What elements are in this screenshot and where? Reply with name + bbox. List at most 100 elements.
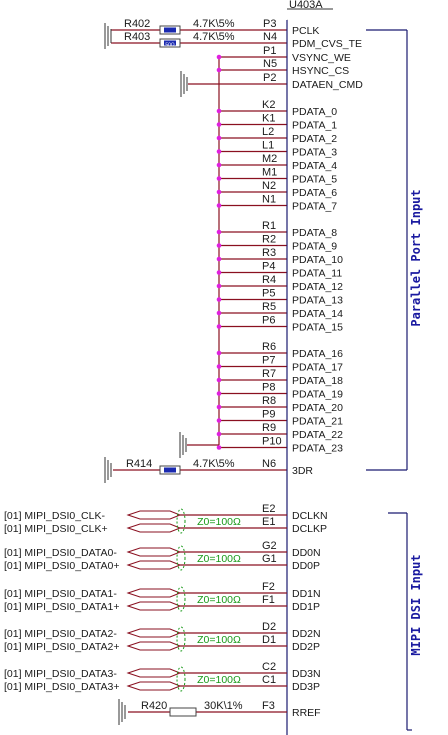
- pin-label: C1: [262, 674, 276, 686]
- junction-dot: [216, 54, 222, 60]
- net-label: DCLKP: [292, 523, 327, 535]
- junction-dot: [216, 270, 222, 275]
- net-label: PDATA_2: [292, 133, 337, 145]
- junction-dot: [216, 431, 222, 437]
- resistor-value: 4.7K\5%: [193, 458, 235, 470]
- pin-label: N5: [263, 58, 277, 70]
- pin-label: R4: [262, 274, 276, 286]
- junction-dot: [216, 108, 222, 114]
- net-label: PDATA_20: [292, 402, 343, 414]
- port-arrow: [126, 681, 182, 691]
- junction-dot: [216, 256, 222, 262]
- junction-dot: [216, 162, 222, 168]
- net-label: 3DR: [292, 465, 313, 477]
- pin-label: P10: [262, 436, 282, 448]
- junction-dot: [216, 297, 222, 302]
- pin-label: G2: [262, 540, 277, 552]
- pin-label: R7: [262, 368, 276, 380]
- pin-label: R6: [262, 341, 276, 353]
- pin-label: K2: [262, 99, 275, 111]
- net-label: PDATA_4: [292, 160, 337, 172]
- net-label: PDATA_9: [292, 241, 337, 253]
- port-arrow: [126, 560, 182, 570]
- junction-dot: [216, 243, 222, 248]
- junction-dot: [216, 67, 222, 73]
- impedance-label: Z0=100Ω: [197, 553, 241, 565]
- net-label: PCLK: [292, 25, 319, 37]
- diff-pair-marker: [176, 508, 186, 534]
- component-ref: U403A: [289, 0, 323, 11]
- impedance-label: Z0=100Ω: [197, 634, 241, 646]
- net-label: PDATA_10: [292, 254, 343, 266]
- resistor-ref: R402: [124, 18, 150, 30]
- net-label: PDATA_22: [292, 429, 343, 441]
- net-label: DD1P: [292, 601, 320, 613]
- junction-dot: [216, 229, 222, 235]
- pin-label: P1: [263, 45, 276, 57]
- diff-pair-marker: [176, 626, 186, 652]
- junction-dot: [216, 324, 222, 329]
- net-label: PDATA_19: [292, 389, 343, 401]
- junction-dot: [216, 391, 222, 396]
- net-label: PDATA_11: [292, 268, 342, 280]
- pin-label: G1: [262, 553, 277, 565]
- pin-label: N4: [263, 31, 277, 43]
- pin-label: D2: [262, 621, 276, 633]
- pin-label: L1: [262, 140, 274, 152]
- diff-pair-0: [126, 510, 182, 533]
- junction-dot: [216, 189, 222, 195]
- diff-pair-marker: [176, 545, 186, 571]
- pin-label: R5: [262, 301, 276, 313]
- dsi-net-port: [01] MIPI_DSI0_DATA1+: [4, 601, 119, 613]
- impedance-label: Z0=100Ω: [197, 674, 241, 686]
- net-label: PDATA_6: [292, 187, 337, 199]
- ground-dataen: [180, 71, 188, 97]
- resistor-r420: [169, 707, 197, 717]
- junction-dot: [216, 364, 222, 369]
- dsi-net-port: [01] MIPI_DSI0_DATA2-: [4, 628, 117, 640]
- junction-dot: [216, 418, 222, 423]
- port-arrow: [126, 668, 182, 678]
- resistor-value: 30K\1%: [204, 700, 243, 712]
- dsi-net-port: [01] MIPI_DSI0_DATA2+: [4, 641, 119, 653]
- junction-dot: [216, 310, 222, 316]
- port-arrow: [126, 510, 182, 520]
- resistor-small-label: 50Ω: [165, 43, 175, 49]
- diff-pair-1: [126, 547, 182, 570]
- section-title-parallel: Parallel Port Input: [409, 189, 423, 326]
- net-label: DD0P: [292, 560, 320, 572]
- net-label: PDATA_13: [292, 295, 343, 307]
- dsi-net-port: [01] MIPI_DSI0_DATA3-: [4, 668, 117, 680]
- pin-label: N6: [262, 458, 276, 470]
- pin-label: P2: [263, 72, 276, 84]
- pin-label: P9: [262, 409, 275, 421]
- pin-label: F3: [262, 700, 275, 712]
- net-label: DD3N: [292, 668, 321, 680]
- port-arrow: [126, 628, 182, 638]
- pin-label: P4: [262, 261, 275, 273]
- pin-label: L2: [262, 126, 274, 138]
- net-label: PDATA_21: [292, 416, 343, 428]
- net-label: DD1N: [292, 588, 321, 600]
- pin-label: D1: [262, 634, 276, 646]
- junction-dot: [216, 149, 222, 154]
- diff-pair-marker: [176, 586, 186, 612]
- pin-label: R9: [262, 422, 276, 434]
- net-label: PDATA_3: [292, 147, 337, 159]
- pin-label: P7: [262, 355, 275, 367]
- junction-dot: [216, 404, 222, 410]
- dsi-net-port: [01] MIPI_DSI0_DATA3+: [4, 681, 119, 693]
- net-label: HSYNC_CS: [292, 65, 349, 77]
- pin-label: P3: [263, 18, 276, 30]
- pin-label: K1: [262, 113, 275, 125]
- pin-label: P5: [262, 288, 275, 300]
- port-arrow: [126, 547, 182, 557]
- junction-dot: [216, 445, 222, 450]
- net-label: PDATA_12: [292, 281, 343, 293]
- schematic: U403A Parallel Port Input MIPI DSI Input R4…: [4, 0, 423, 735]
- net-label: PDATA_1: [292, 120, 337, 132]
- diff-pair-2: [126, 588, 182, 611]
- pin-label: N2: [262, 180, 276, 192]
- pin-label: M2: [262, 153, 277, 165]
- pin-label: C2: [262, 661, 276, 673]
